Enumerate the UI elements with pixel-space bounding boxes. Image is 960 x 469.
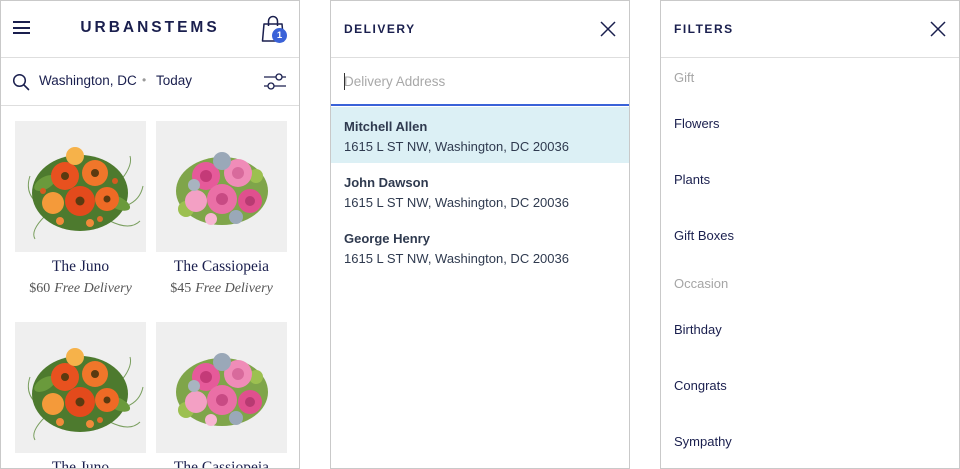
- product-price: $45: [170, 281, 192, 296]
- delivery-title: DELIVERY: [344, 22, 416, 36]
- filter-option-plants[interactable]: Plants: [674, 172, 710, 187]
- pink-bouquet-image: [156, 322, 287, 453]
- filter-option-gift-boxes[interactable]: Gift Boxes: [674, 228, 734, 243]
- location-bar[interactable]: Washington, DC • Today: [1, 58, 299, 106]
- delivery-panel: DELIVERY Mitchell Allen 1615 L ST NW, Wa…: [330, 0, 630, 469]
- delivery-header: DELIVERY: [331, 1, 629, 58]
- address-name: George Henry: [344, 231, 430, 246]
- address-name: Mitchell Allen: [344, 119, 428, 134]
- product-card[interactable]: The Cassiopeia: [156, 322, 287, 469]
- product-price-line: $60 Free Delivery: [15, 281, 146, 297]
- filters-header: FILTERS: [661, 1, 959, 58]
- free-delivery-label: Free Delivery: [54, 281, 132, 296]
- filter-option-birthday[interactable]: Birthday: [674, 322, 722, 337]
- delivery-day: Today: [156, 73, 193, 88]
- filter-group-occasion: Occasion: [674, 276, 729, 291]
- close-icon[interactable]: [599, 20, 617, 38]
- shop-panel: URBANSTEMS 1 Washington, DC • Today The …: [0, 0, 300, 469]
- product-card[interactable]: The Juno $60 Free Delivery: [15, 121, 146, 297]
- location-separator: •: [142, 73, 147, 87]
- product-name: The Juno: [51, 258, 110, 275]
- product-name: The Cassiopeia: [173, 459, 270, 469]
- pink-bouquet-image: [156, 121, 287, 252]
- product-name: The Juno: [51, 459, 110, 469]
- filters-title: FILTERS: [674, 22, 734, 36]
- free-delivery-label: Free Delivery: [195, 281, 273, 296]
- product-card[interactable]: The Juno: [15, 322, 146, 469]
- brand-logo[interactable]: URBANSTEMS: [1, 19, 299, 37]
- address-suggestion[interactable]: John Dawson 1615 L ST NW, Washington, DC…: [331, 163, 629, 219]
- delivery-address-input[interactable]: [331, 58, 629, 106]
- product-price: $60: [29, 281, 51, 296]
- filter-option-congrats[interactable]: Congrats: [674, 378, 727, 393]
- close-icon[interactable]: [929, 20, 947, 38]
- address-line: 1615 L ST NW, Washington, DC 20036: [344, 139, 569, 154]
- cart-count-badge: 1: [272, 28, 287, 43]
- orange-bouquet-image: [15, 121, 146, 252]
- address-name: John Dawson: [344, 175, 429, 190]
- address-suggestion[interactable]: George Henry 1615 L ST NW, Washington, D…: [331, 219, 629, 275]
- app-header: URBANSTEMS 1: [1, 1, 299, 58]
- filter-option-sympathy[interactable]: Sympathy: [674, 434, 732, 449]
- product-card[interactable]: The Cassiopeia $45 Free Delivery: [156, 121, 287, 297]
- location-city: Washington, DC: [39, 73, 137, 88]
- text-caret: [344, 73, 345, 90]
- filters-panel: FILTERS Gift Flowers Plants Gift Boxes O…: [660, 0, 960, 469]
- address-line: 1615 L ST NW, Washington, DC 20036: [344, 195, 569, 210]
- filter-group-gift: Gift: [674, 70, 695, 85]
- search-icon: [12, 73, 30, 91]
- address-suggestion[interactable]: Mitchell Allen 1615 L ST NW, Washington,…: [331, 107, 629, 163]
- filter-sliders-icon[interactable]: [263, 72, 287, 92]
- filter-option-flowers[interactable]: Flowers: [674, 116, 720, 131]
- orange-bouquet-image: [15, 322, 146, 453]
- product-price-line: $45 Free Delivery: [156, 281, 287, 297]
- product-name: The Cassiopeia: [173, 258, 270, 275]
- address-line: 1615 L ST NW, Washington, DC 20036: [344, 251, 569, 266]
